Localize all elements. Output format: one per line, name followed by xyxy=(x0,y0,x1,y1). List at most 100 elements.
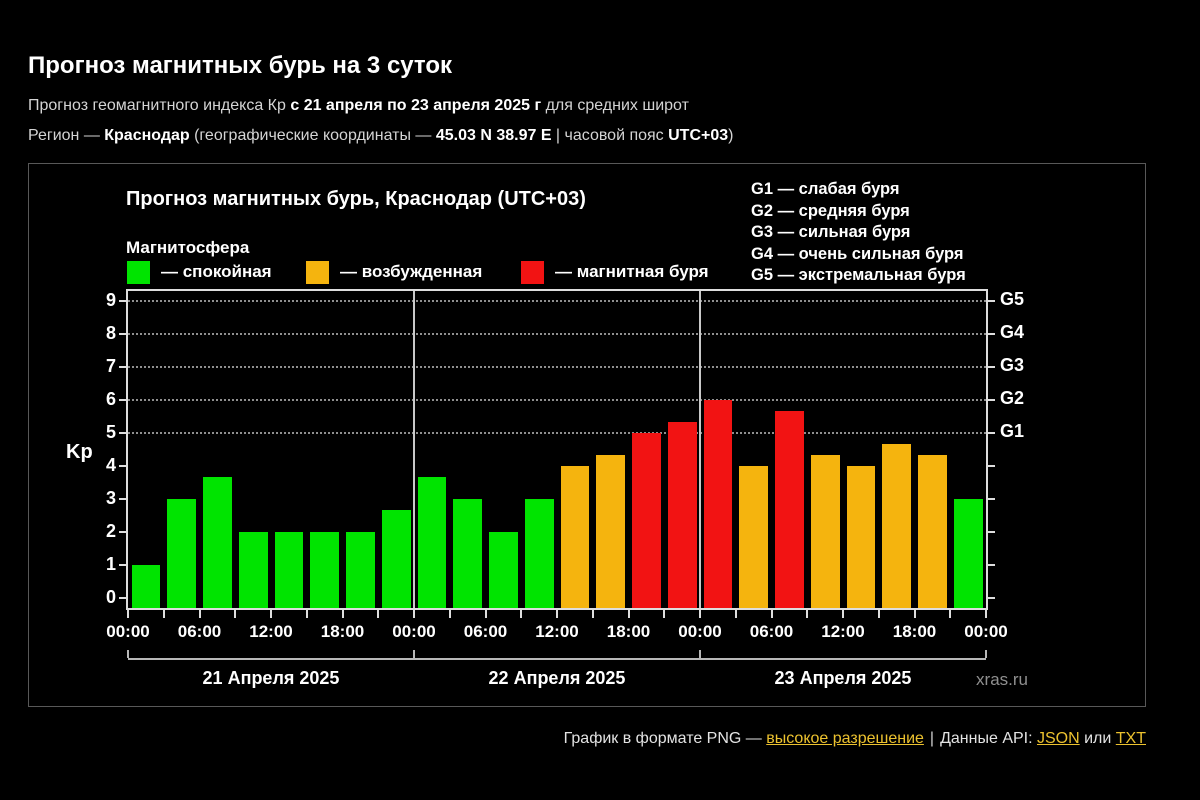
g-tick xyxy=(988,299,995,302)
g-tick xyxy=(988,597,995,600)
high-res-link[interactable]: высокое разрешение xyxy=(766,730,924,747)
x-tick-label: 06:00 xyxy=(463,622,508,641)
g-tick-label: G5 xyxy=(1000,288,1025,309)
x-tick xyxy=(413,610,415,618)
x-tick xyxy=(949,610,952,618)
y-tick xyxy=(119,299,126,302)
kp-bar xyxy=(953,499,983,608)
x-tick xyxy=(913,610,916,618)
y-tick-label: 0 xyxy=(105,587,116,608)
subtitle-dates: с 21 апреля по 23 апреля 2025 г xyxy=(290,97,542,114)
day-bracket-tick xyxy=(699,650,701,658)
footer-text-or: или xyxy=(1079,730,1116,747)
x-tick xyxy=(198,610,201,618)
x-tick xyxy=(520,610,523,618)
region-city: Краснодар xyxy=(104,127,190,144)
y-tick xyxy=(119,531,126,534)
legend-label-quiet: — спокойная xyxy=(161,262,272,281)
x-tick-label: 18:00 xyxy=(606,622,651,641)
footer-text-api: Данные API: xyxy=(940,730,1037,747)
x-tick-label: 18:00 xyxy=(320,622,365,641)
y-tick-label: 7 xyxy=(105,355,116,376)
y-tick-label: 8 xyxy=(105,322,116,343)
x-tick-label: 00:00 xyxy=(964,622,1008,641)
g-tick xyxy=(988,498,995,501)
gridline-kp7 xyxy=(128,365,986,368)
x-tick xyxy=(877,610,880,618)
y-tick-label: 9 xyxy=(105,289,116,310)
x-tick-label: 06:00 xyxy=(177,622,222,641)
y-tick-label: 5 xyxy=(105,421,116,442)
footer-text-png: График в формате PNG — xyxy=(563,730,767,747)
kp-bar xyxy=(310,532,339,608)
excited-swatch-icon xyxy=(306,260,329,284)
day-bracket-tick xyxy=(127,650,129,658)
kp-bar xyxy=(918,455,947,608)
y-tick xyxy=(119,332,126,335)
footer-separator: | xyxy=(929,730,935,747)
page-title: Прогноз магнитных бурь на 3 суток xyxy=(28,52,453,79)
x-tick xyxy=(305,610,308,618)
g-tick xyxy=(988,398,995,401)
x-tick-label: 12:00 xyxy=(249,622,293,641)
x-tick xyxy=(162,610,165,618)
legend-item-storm: — магнитная буря xyxy=(521,260,709,284)
kp-bar xyxy=(846,466,876,608)
day-bracket-tick xyxy=(985,650,987,658)
day-separator xyxy=(413,291,415,608)
txt-link[interactable]: TXT xyxy=(1116,730,1146,747)
x-tick xyxy=(591,610,594,618)
kp-bar xyxy=(775,410,804,608)
kp-bar xyxy=(131,565,161,608)
chart-container: Прогноз магнитных бурь, Краснодар (UTC+0… xyxy=(28,163,1146,707)
kp-bar xyxy=(417,476,447,608)
y-tick xyxy=(119,365,126,368)
g-tick xyxy=(988,531,995,534)
y-tick-label: 2 xyxy=(105,521,116,542)
json-link[interactable]: JSON xyxy=(1037,730,1080,747)
kp-bar xyxy=(453,499,482,608)
kp-bar xyxy=(167,499,196,608)
subtitle-suffix: для средних широт xyxy=(541,97,689,114)
gridline-kp6 xyxy=(128,398,986,401)
x-tick xyxy=(270,610,272,618)
kp-bar xyxy=(560,466,590,608)
g-scale-legend: G1 — слабая буря G2 — средняя буря G3 — … xyxy=(751,179,966,287)
kp-bar xyxy=(381,509,411,608)
y-tick xyxy=(119,564,126,567)
legend-label-excited: — возбужденная xyxy=(340,262,483,281)
y-tick xyxy=(119,597,126,600)
subtitle-prefix: Прогноз геомагнитного индекса Кр xyxy=(28,97,291,114)
x-tick xyxy=(341,610,344,618)
y-tick-label: 1 xyxy=(105,554,116,575)
x-tick-label: 00:00 xyxy=(106,622,150,641)
x-tick xyxy=(770,610,773,618)
footer: График в формате PNG — высокое разрешени… xyxy=(564,730,1146,748)
kp-bar xyxy=(667,422,697,608)
kp-bar xyxy=(703,399,733,608)
chart-title: Прогноз магнитных бурь, Краснодар (UTC+0… xyxy=(126,188,586,210)
quiet-swatch-icon xyxy=(127,260,150,284)
g2-description: G2 — средняя буря xyxy=(751,201,910,220)
legend-title: Магнитосфера xyxy=(126,238,250,257)
kp-bar xyxy=(882,443,911,608)
x-tick xyxy=(127,610,129,618)
g3-description: G3 — сильная буря xyxy=(751,223,911,242)
x-tick xyxy=(699,610,701,618)
y-tick-label: 3 xyxy=(105,488,116,509)
g-tick xyxy=(988,332,995,335)
kp-bar xyxy=(238,532,268,608)
y-tick-label: 6 xyxy=(105,388,116,409)
day-label: 21 Апреля 2025 xyxy=(202,668,340,688)
x-tick xyxy=(377,610,380,618)
y-tick xyxy=(119,431,126,434)
kp-bar xyxy=(596,455,625,608)
storm-swatch-icon xyxy=(521,260,544,284)
day-bracket xyxy=(128,658,986,660)
x-tick xyxy=(627,610,630,618)
y-tick-label: 4 xyxy=(105,455,116,475)
region-tz: UTC+03 xyxy=(668,127,729,144)
region-coords-text: (географические координаты — xyxy=(189,127,436,144)
x-tick xyxy=(448,610,451,618)
legend-item-quiet: — спокойная xyxy=(127,260,272,284)
